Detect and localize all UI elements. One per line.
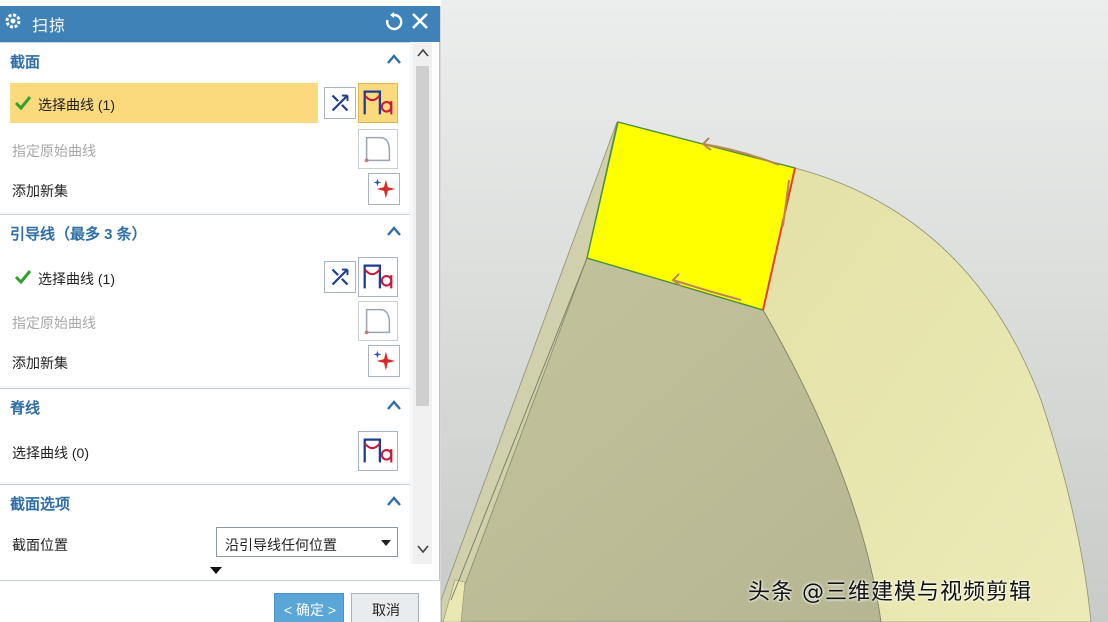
cancel-button[interactable]: 取消 <box>351 593 419 622</box>
gear-icon[interactable] <box>4 12 22 30</box>
guide-group: 引导线（最多 3 条） 选择曲线 (1) 指定原始曲线 添加新集 <box>0 214 410 386</box>
expand-more-icon[interactable] <box>210 567 222 575</box>
dialog-title: 扫掠 <box>32 18 67 35</box>
section-add-new-set-row: 添加新集 <box>0 169 410 209</box>
origin-curve-icon <box>364 136 391 163</box>
guide-specify-origin-label: 指定原始曲线 <box>12 315 96 331</box>
close-icon[interactable] <box>410 11 430 31</box>
dialog-title-bar: 扫掠 <box>0 0 440 42</box>
check-icon <box>14 270 32 285</box>
section-group-title: 截面 <box>10 54 41 71</box>
reverse-direction-button[interactable] <box>324 87 356 119</box>
guide-add-new-set-row: 添加新集 <box>0 341 410 381</box>
section-options-group-header[interactable]: 截面选项 <box>0 485 410 517</box>
chevron-up-icon[interactable] <box>417 48 429 58</box>
origin-curve-icon <box>364 308 391 335</box>
scrollbar-thumb[interactable] <box>416 66 429 406</box>
section-group-header[interactable]: 截面 <box>0 43 410 75</box>
reverse-direction-icon <box>331 94 349 112</box>
curve-selection-button[interactable] <box>358 83 398 123</box>
guide-add-new-set-label: 添加新集 <box>12 355 68 371</box>
dialog-body[interactable]: 截面 选择曲线 (1) 指定原始曲线 添加新集 引导线（最多 3 条） 选择曲线… <box>0 42 432 564</box>
sparkle-add-icon <box>373 350 396 371</box>
guide-group-title: 引导线（最多 3 条） <box>10 226 147 243</box>
curve-selection-icon <box>363 438 393 463</box>
add-new-set-button[interactable] <box>368 345 400 377</box>
dialog-footer: < 确定 > 取消 <box>0 580 440 622</box>
section-options-group: 截面选项 截面位置 沿引导线任何位置 <box>0 484 410 564</box>
ok-button-label: < 确定 > <box>283 602 337 618</box>
guide-specify-origin-row: 指定原始曲线 <box>0 301 410 341</box>
section-add-new-set-label: 添加新集 <box>12 183 68 199</box>
section-position-value: 沿引导线任何位置 <box>225 537 337 553</box>
curve-selection-button[interactable] <box>358 257 398 297</box>
origin-curve-button <box>358 129 398 169</box>
origin-curve-button <box>358 301 398 341</box>
spine-select-curve-label: 选择曲线 (0) <box>12 445 89 461</box>
section-position-label: 截面位置 <box>12 537 68 553</box>
watermark-text: 头条 @三维建模与视频剪辑 <box>748 580 1032 605</box>
curve-selection-icon <box>363 90 393 115</box>
curve-selection-icon <box>363 264 393 289</box>
collapse-icon[interactable] <box>386 398 402 412</box>
collapse-icon[interactable] <box>386 52 402 66</box>
section-position-row: 截面位置 沿引导线任何位置 <box>0 527 410 564</box>
top-strip <box>0 0 441 6</box>
sweep-dialog: 扫掠 截面 选择曲线 (1) 指定原始曲线 添加新集 引导线（最多 3 条） 选… <box>0 0 440 622</box>
graphics-viewport[interactable] <box>441 0 1108 622</box>
collapse-icon[interactable] <box>386 224 402 238</box>
section-select-curve-row[interactable]: 选择曲线 (1) <box>0 83 410 123</box>
section-options-group-title: 截面选项 <box>10 496 71 513</box>
check-icon <box>14 96 32 111</box>
collapse-icon[interactable] <box>386 494 402 508</box>
chevron-down-icon[interactable] <box>417 544 429 554</box>
section-specify-origin-label: 指定原始曲线 <box>12 143 96 159</box>
reset-icon[interactable] <box>384 12 404 32</box>
sparkle-add-icon <box>373 178 396 199</box>
spine-group-title: 脊线 <box>10 400 41 417</box>
section-specify-origin-row: 指定原始曲线 <box>0 129 410 169</box>
section-position-select[interactable]: 沿引导线任何位置 <box>216 527 398 557</box>
spine-group-header[interactable]: 脊线 <box>0 389 410 421</box>
spine-group: 脊线 选择曲线 (0) <box>0 388 410 482</box>
model-view[interactable] <box>441 0 1108 622</box>
ok-button[interactable]: < 确定 > <box>274 593 344 622</box>
dialog-scrollbar[interactable] <box>413 42 432 564</box>
reverse-direction-icon <box>331 268 349 286</box>
guide-select-curve-label: 选择曲线 (1) <box>38 271 115 287</box>
spine-select-curve-row[interactable]: 选择曲线 (0) <box>0 431 410 471</box>
chevron-down-icon <box>381 540 391 546</box>
cancel-button-label: 取消 <box>372 602 400 618</box>
guide-select-curve-row[interactable]: 选择曲线 (1) <box>0 257 410 297</box>
guide-group-header[interactable]: 引导线（最多 3 条） <box>0 215 410 247</box>
add-new-set-button[interactable] <box>368 173 400 205</box>
reverse-direction-button[interactable] <box>324 261 356 293</box>
section-select-curve-label: 选择曲线 (1) <box>38 97 115 113</box>
section-group: 截面 选择曲线 (1) 指定原始曲线 添加新集 <box>0 42 410 212</box>
curve-selection-button[interactable] <box>358 431 398 471</box>
